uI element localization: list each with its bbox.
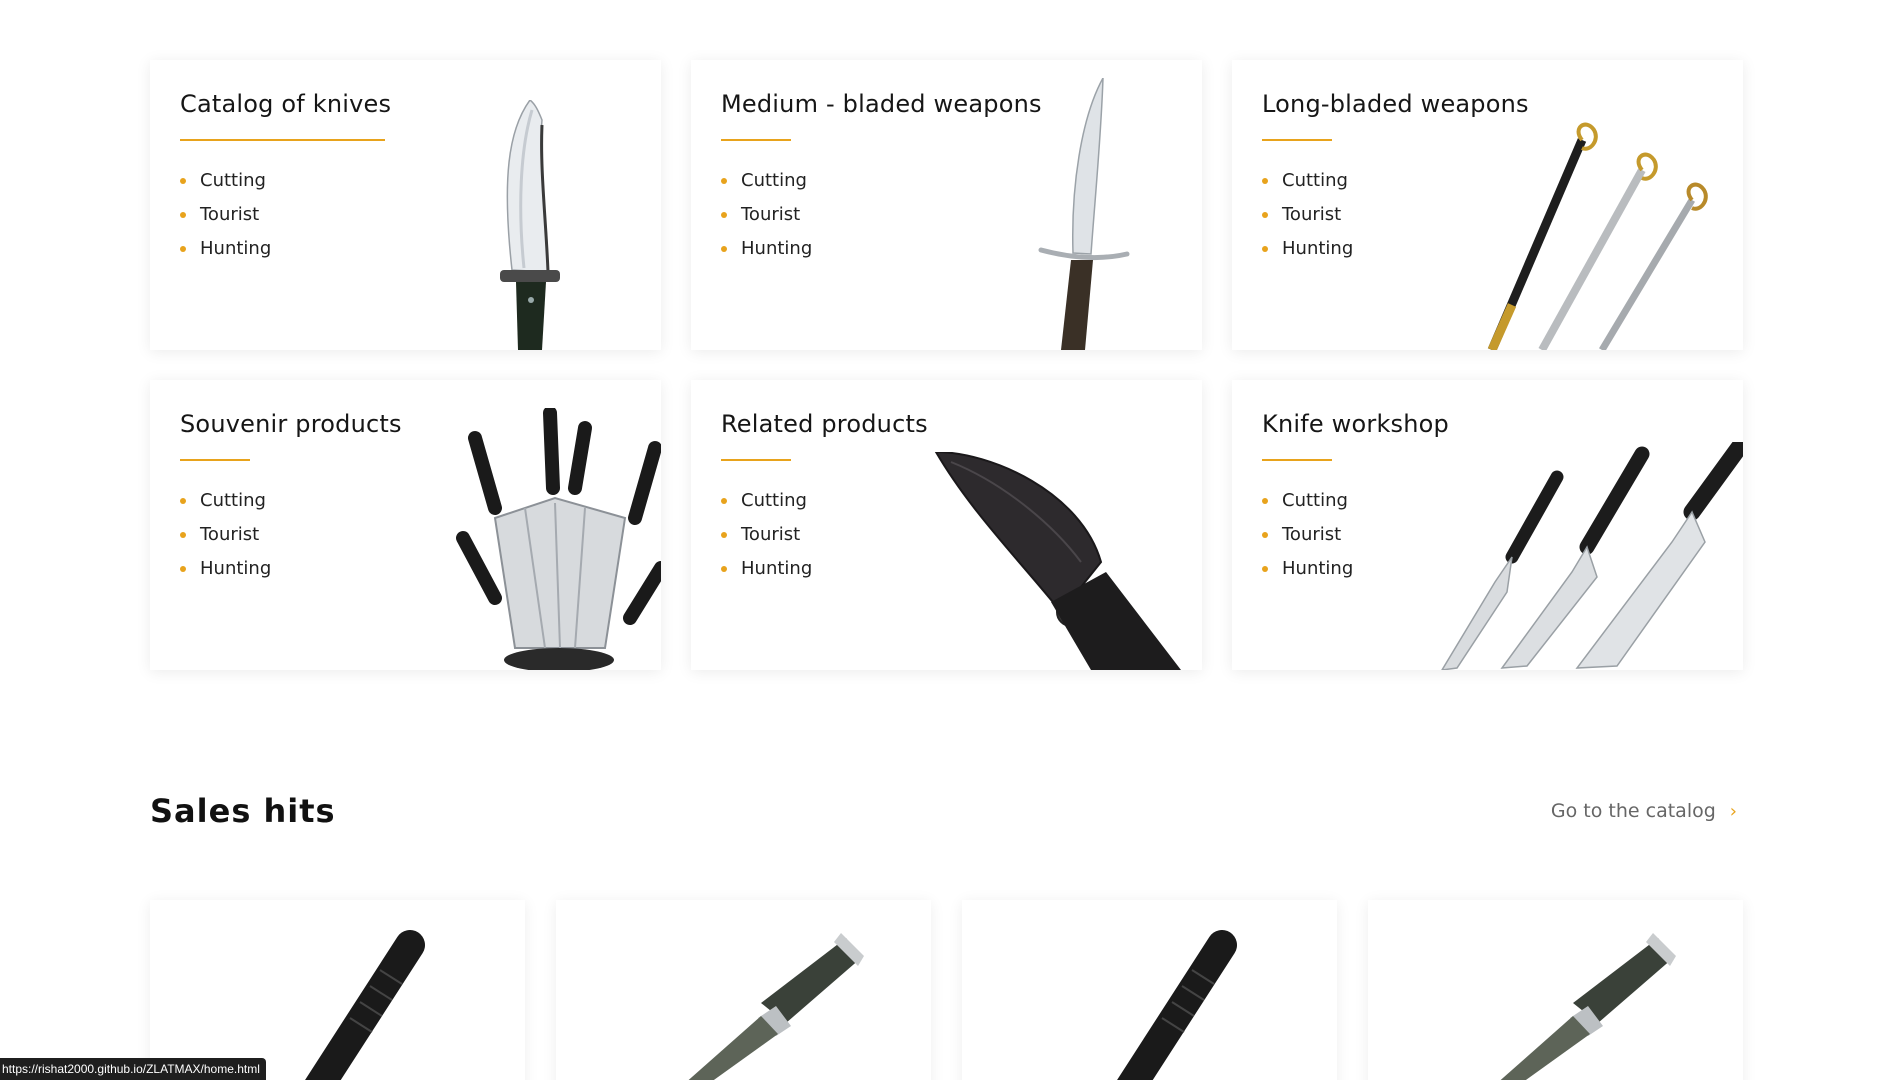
title-underline [1262,459,1332,461]
sales-hits-heading: Sales hits [150,792,336,830]
bullet-icon [721,178,727,184]
category-card-related-products[interactable]: Related products Cutting Tourist Hunting [691,380,1202,670]
leather-handle-knife-image [1500,933,1676,1080]
black-handle-knife-image [305,930,425,1080]
sales-hits-list [150,900,1743,1080]
subitem-link[interactable]: Tourist [180,198,271,232]
subitem-link[interactable]: Hunting [1262,552,1353,586]
black-handle-knife-image [1117,930,1237,1080]
subitem-link[interactable]: Hunting [721,552,812,586]
subitem-link[interactable]: Cutting [721,484,812,518]
go-to-catalog-label: Go to the catalog [1550,800,1716,822]
bullet-icon [180,566,186,572]
subitem-link[interactable]: Tourist [721,198,812,232]
dagger-image [1038,78,1130,350]
category-subitems: Cutting Tourist Hunting [180,164,271,266]
category-subitems: Cutting Tourist Hunting [1262,484,1353,586]
kitchen-knives-image [1441,442,1743,670]
bullet-icon [721,532,727,538]
category-title[interactable]: Souvenir products [180,410,402,438]
bullet-icon [180,532,186,538]
bullet-icon [1262,246,1268,252]
category-card-catalog-of-knives[interactable]: Catalog of knives Cutting Tourist Huntin… [150,60,661,350]
category-card-long-bladed-weapons[interactable]: Long-bladed weapons Cutting Tourist Hunt… [1232,60,1743,350]
subitem-link[interactable]: Hunting [1262,232,1353,266]
knife-block-image [456,408,661,670]
leather-handle-knife-image [688,933,864,1080]
subitem-link[interactable]: Cutting [1262,164,1353,198]
bullet-icon [1262,212,1268,218]
subitem-link[interactable]: Tourist [1262,518,1353,552]
subitem-link[interactable]: Cutting [180,484,271,518]
subitem-link[interactable]: Tourist [180,518,271,552]
chevron-right-icon: › [1729,800,1737,822]
product-card[interactable] [556,900,931,1080]
category-title[interactable]: Catalog of knives [180,90,391,118]
bullet-icon [180,212,186,218]
bullet-icon [180,498,186,504]
bullet-icon [180,178,186,184]
category-card-medium-bladed-weapons[interactable]: Medium - bladed weapons Cutting Tourist … [691,60,1202,350]
subitem-link[interactable]: Hunting [180,232,271,266]
bullet-icon [721,212,727,218]
bowie-knife-image [500,100,560,350]
category-grid: Catalog of knives Cutting Tourist Huntin… [150,60,1743,670]
subitem-link[interactable]: Cutting [180,164,271,198]
sabers-image [1487,122,1708,350]
subitem-link[interactable]: Tourist [1262,198,1353,232]
subitem-link[interactable]: Hunting [180,552,271,586]
category-card-souvenir-products[interactable]: Souvenir products Cutting Tourist Huntin… [150,380,661,670]
go-to-catalog-link[interactable]: Go to the catalog › [1551,800,1737,822]
sheath-image [934,452,1181,670]
bullet-icon [1262,566,1268,572]
product-card[interactable] [962,900,1337,1080]
category-subitems: Cutting Tourist Hunting [721,484,812,586]
category-subitems: Cutting Tourist Hunting [1262,164,1353,266]
bullet-icon [721,498,727,504]
category-title[interactable]: Related products [721,410,928,438]
category-title[interactable]: Knife workshop [1262,410,1449,438]
bullet-icon [721,566,727,572]
title-underline [180,139,385,141]
subitem-link[interactable]: Cutting [1262,484,1353,518]
bullet-icon [1262,178,1268,184]
title-underline [180,459,250,461]
product-card[interactable] [1368,900,1743,1080]
bullet-icon [721,246,727,252]
title-underline [721,139,791,141]
product-card[interactable] [150,900,525,1080]
bullet-icon [180,246,186,252]
category-card-knife-workshop[interactable]: Knife workshop Cutting Tourist Hunting [1232,380,1743,670]
bullet-icon [1262,532,1268,538]
title-underline [721,459,791,461]
subitem-link[interactable]: Tourist [721,518,812,552]
category-subitems: Cutting Tourist Hunting [721,164,812,266]
category-title[interactable]: Long-bladed weapons [1262,90,1529,118]
title-underline [1262,139,1332,141]
category-title[interactable]: Medium - bladed weapons [721,90,1042,118]
bullet-icon [1262,498,1268,504]
category-subitems: Cutting Tourist Hunting [180,484,271,586]
subitem-link[interactable]: Cutting [721,164,812,198]
subitem-link[interactable]: Hunting [721,232,812,266]
status-bar-url: https://rishat2000.github.io/ZLATMAX/hom… [0,1058,266,1080]
